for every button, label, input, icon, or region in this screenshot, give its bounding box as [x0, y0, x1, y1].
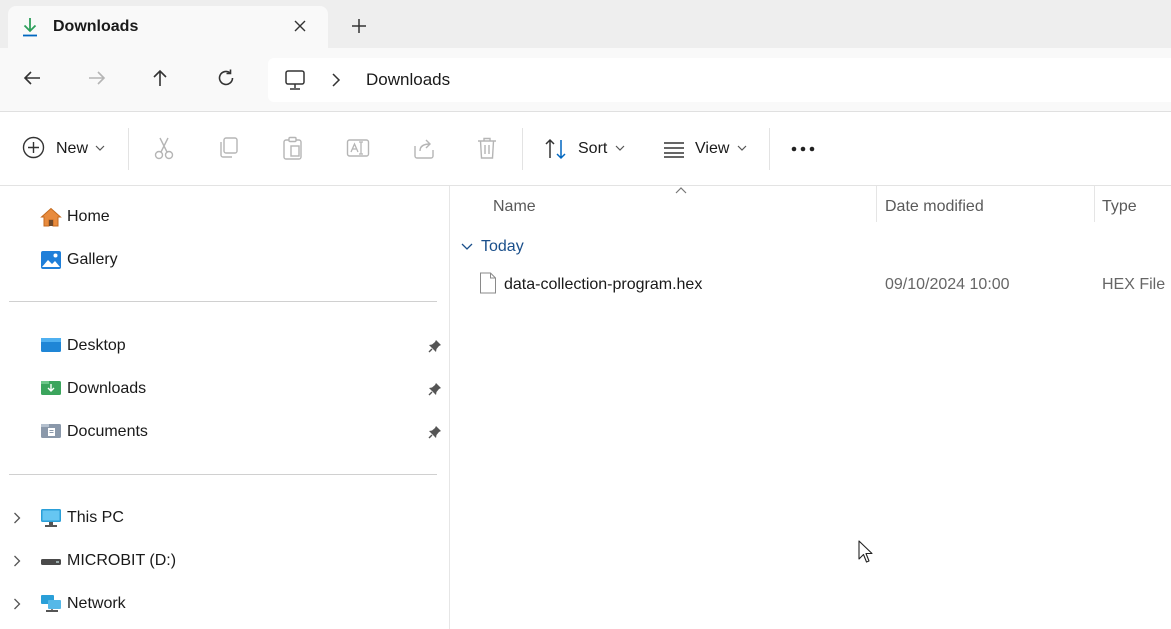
- pin-icon[interactable]: [428, 339, 442, 353]
- network-icon: [40, 594, 62, 614]
- chevron-right-icon[interactable]: [330, 73, 342, 87]
- group-header-today[interactable]: Today: [481, 238, 524, 256]
- chevron-right-icon[interactable]: [12, 598, 22, 610]
- pin-icon[interactable]: [428, 382, 442, 396]
- sidebar-item-label: Desktop: [67, 337, 126, 354]
- sort-ascending-icon: [675, 186, 687, 194]
- separator: [769, 128, 770, 170]
- file-icon: [479, 272, 497, 294]
- sidebar-item-home[interactable]: Home: [0, 202, 450, 232]
- paste-icon[interactable]: [282, 136, 304, 160]
- chevron-down-icon: [615, 145, 625, 152]
- column-separator[interactable]: [1094, 186, 1095, 222]
- sidebar-item-documents[interactable]: Documents: [0, 417, 450, 447]
- breadcrumb-downloads[interactable]: Downloads: [366, 70, 450, 90]
- more-options-icon[interactable]: [791, 146, 815, 152]
- forward-arrow-icon[interactable]: [87, 68, 107, 88]
- sidebar-item-network[interactable]: Network: [0, 589, 450, 619]
- chevron-down-icon: [95, 145, 105, 152]
- back-arrow-icon[interactable]: [22, 68, 42, 88]
- mouse-pointer-icon: [858, 540, 874, 564]
- sidebar-item-label: Gallery: [67, 251, 118, 268]
- gallery-icon: [40, 250, 62, 270]
- up-arrow-icon[interactable]: [150, 68, 170, 88]
- new-label: New: [56, 140, 89, 157]
- sidebar-item-label: MICROBIT (D:): [67, 552, 177, 569]
- address-bar[interactable]: Downloads: [268, 58, 1171, 102]
- column-header-date-modified[interactable]: Date modified: [885, 198, 984, 216]
- documents-folder-icon: [40, 422, 62, 440]
- desktop-folder-icon: [40, 336, 62, 354]
- sidebar-item-label: This PC: [67, 509, 124, 526]
- drive-icon: [40, 558, 62, 566]
- file-date-modified: 09/10/2024 10:00: [885, 276, 1010, 293]
- tab-title: Downloads: [53, 18, 139, 35]
- divider: [9, 301, 437, 302]
- downloads-folder-icon: [40, 379, 62, 397]
- this-pc-icon[interactable]: [284, 69, 306, 91]
- delete-icon[interactable]: [476, 136, 498, 160]
- list-view-icon: [663, 142, 685, 158]
- sort-label: Sort: [578, 140, 608, 157]
- download-arrow-icon: [22, 17, 38, 37]
- rename-icon[interactable]: [346, 136, 370, 160]
- file-type: HEX File: [1102, 276, 1166, 293]
- column-header-name[interactable]: Name: [493, 198, 536, 216]
- plus-circle-icon: [22, 136, 45, 159]
- command-bar: New Sort View: [0, 112, 1171, 186]
- sidebar-item-desktop[interactable]: Desktop: [0, 331, 450, 361]
- file-list: Name Date modified Type Today data-colle…: [451, 186, 1171, 629]
- divider: [9, 474, 437, 475]
- sort-arrows-icon: [544, 138, 568, 160]
- view-label: View: [695, 140, 730, 157]
- file-name: data-collection-program.hex: [504, 276, 703, 293]
- file-row[interactable]: data-collection-program.hex 09/10/2024 1…: [451, 270, 1171, 300]
- sidebar-item-gallery[interactable]: Gallery: [0, 245, 450, 275]
- chevron-right-icon[interactable]: [12, 555, 22, 567]
- copy-icon[interactable]: [218, 136, 240, 160]
- sidebar-item-microbit-drive[interactable]: MICROBIT (D:): [0, 546, 450, 576]
- chevron-right-icon[interactable]: [12, 512, 22, 524]
- chevron-down-icon: [737, 145, 747, 152]
- tab-strip: Downloads: [0, 0, 1171, 48]
- separator: [128, 128, 129, 170]
- navigation-pane: Home Gallery Desktop Downloads Documents: [0, 186, 450, 629]
- pin-icon[interactable]: [428, 425, 442, 439]
- column-separator[interactable]: [876, 186, 877, 222]
- navigation-bar: Downloads: [0, 48, 1171, 112]
- separator: [522, 128, 523, 170]
- this-pc-icon: [40, 508, 62, 528]
- sidebar-item-downloads[interactable]: Downloads: [0, 374, 450, 404]
- refresh-icon[interactable]: [216, 68, 236, 88]
- home-icon: [40, 207, 62, 227]
- sidebar-item-label: Downloads: [67, 380, 147, 397]
- cut-icon[interactable]: [153, 136, 175, 160]
- column-header-type[interactable]: Type: [1102, 198, 1137, 216]
- close-icon[interactable]: [292, 18, 308, 34]
- tab-downloads[interactable]: Downloads: [8, 6, 328, 48]
- sidebar-item-label: Home: [67, 208, 110, 225]
- sidebar-item-label: Documents: [67, 423, 148, 440]
- chevron-down-icon[interactable]: [461, 243, 473, 251]
- sidebar-item-label: Network: [67, 595, 126, 612]
- share-icon[interactable]: [412, 136, 436, 160]
- sidebar-item-this-pc[interactable]: This PC: [0, 503, 450, 533]
- new-tab-button[interactable]: [350, 17, 368, 35]
